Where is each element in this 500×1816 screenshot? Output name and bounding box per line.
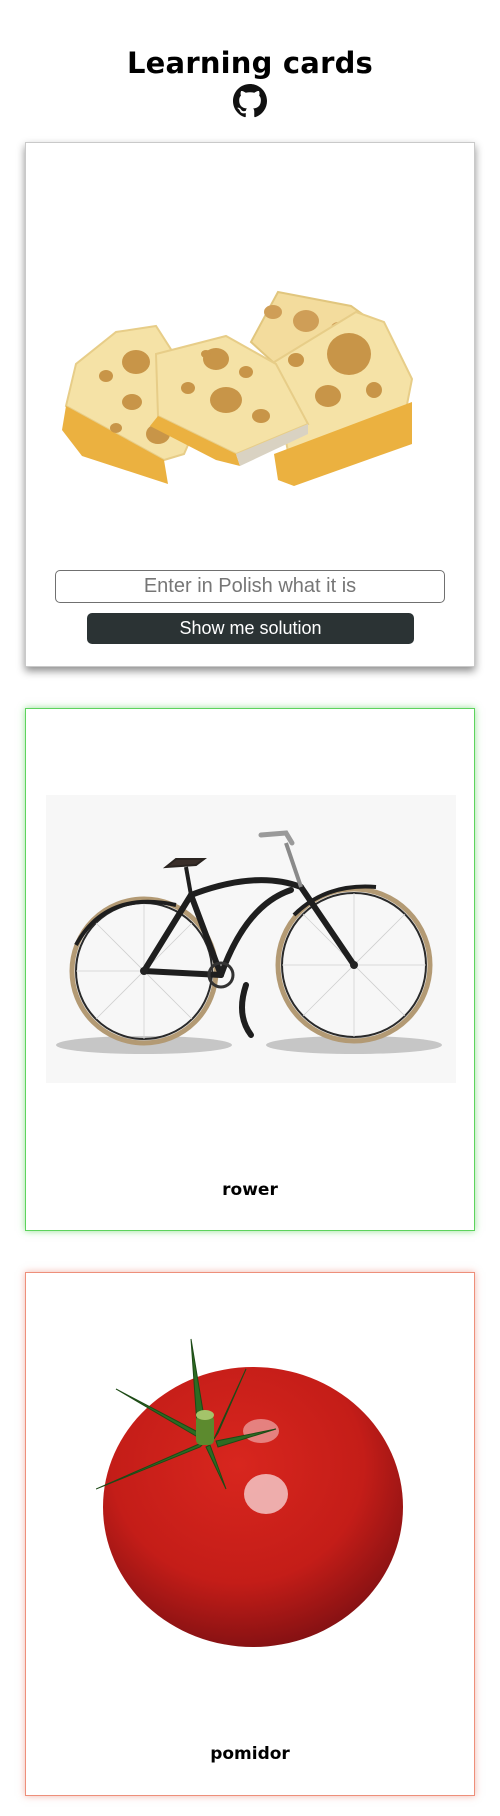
answer-input[interactable] [55,570,445,603]
page: Learning cards Enter in Polish what it i… [0,0,500,1816]
flashcard-tomato: pomidor [25,1272,475,1796]
cheese-image [62,290,414,486]
card-word: pomidor [210,1744,290,1764]
page-title: Learning cards [127,46,373,81]
flashcard-bicycle: rower [25,708,475,1231]
bicycle-image [46,795,456,1083]
show-solution-button[interactable]: Show me solution [87,613,414,644]
github-icon[interactable] [233,84,267,118]
card-word: rower [222,1180,278,1200]
tomato-image [96,1338,403,1647]
flashcard-cheese: Show me solution [25,142,475,667]
